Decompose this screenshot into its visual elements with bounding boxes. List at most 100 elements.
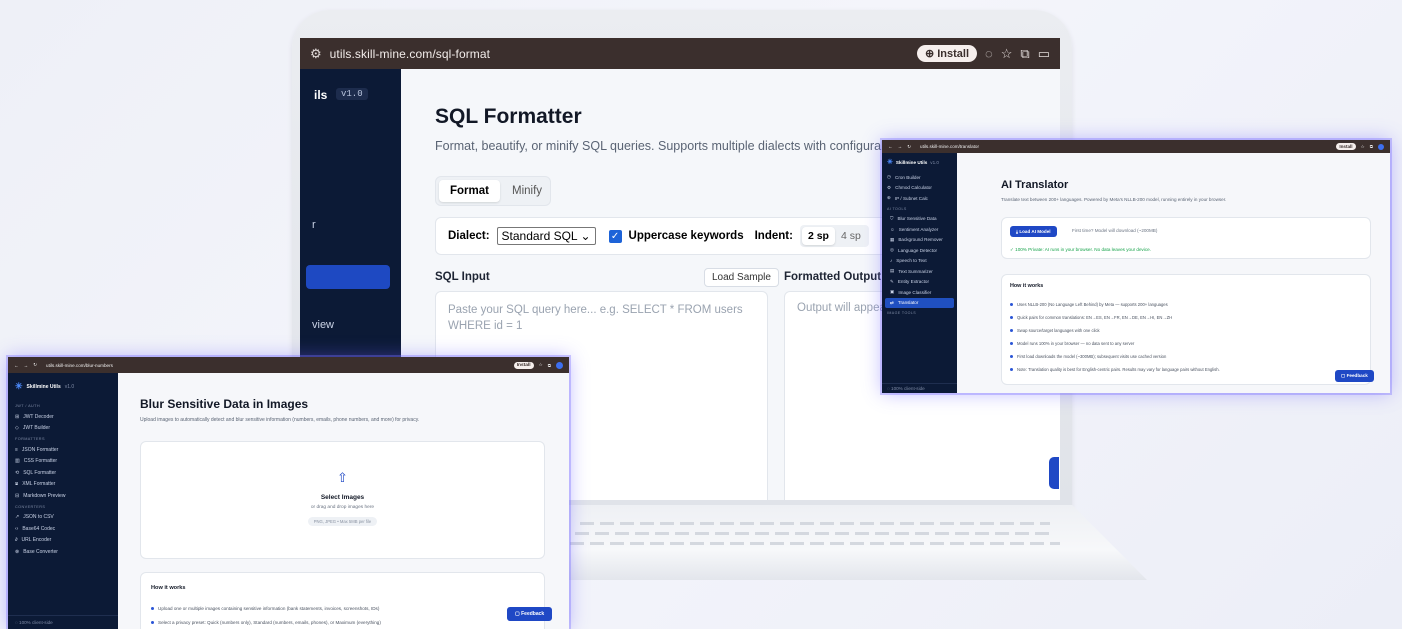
- sidebar-item-active[interactable]: [306, 265, 390, 289]
- install-button[interactable]: ⊕ Install: [916, 45, 978, 62]
- address-bar[interactable]: utils.skill-mine.com/blur-numbers: [46, 363, 509, 368]
- bullet-dot: [1010, 316, 1013, 319]
- sidebar-item[interactable]: ⇄ Translator: [885, 297, 954, 308]
- tab-format[interactable]: Format: [439, 180, 500, 202]
- brand-name: Skillmine Utils: [26, 383, 61, 390]
- version-badge: v1.0: [64, 383, 75, 390]
- sidebar-item-label: Markdown Preview: [23, 492, 66, 499]
- load-sample-button[interactable]: Load Sample: [704, 268, 779, 287]
- sidebar-item-icon: ▥: [15, 458, 20, 465]
- sidebar-item[interactable]: ▤ Text Summarizer: [885, 266, 954, 277]
- sidebar-item[interactable]: ⊕ IP / Subnet Calc: [882, 193, 957, 204]
- how-item-text: Upload one or multiple images containing…: [158, 605, 380, 611]
- install-button[interactable]: Install: [1336, 143, 1356, 150]
- footer-text: 100% client-side: [19, 620, 53, 625]
- back-icon[interactable]: ←: [888, 144, 893, 149]
- how-it-works-card: How it works Uses NLLB-200 (No Language …: [1001, 274, 1371, 385]
- sidebar-item[interactable]: ◷ Cron Builder: [882, 172, 957, 183]
- uppercase-checkbox[interactable]: ✓: [608, 229, 622, 243]
- sidebar-item[interactable]: ‹› Base64 Codec: [8, 523, 118, 535]
- extensions-icon[interactable]: ⧉: [1370, 144, 1373, 149]
- sidebar-item[interactable]: ⚙ Chmod Calculator: [882, 183, 957, 194]
- sidebar-item-partial[interactable]: r: [312, 219, 316, 231]
- sidebar-item-icon: ◎: [890, 247, 895, 253]
- profile-avatar[interactable]: [556, 361, 563, 369]
- upload-title[interactable]: Select Images: [141, 494, 544, 501]
- star-icon[interactable]: ☆: [1361, 144, 1365, 150]
- how-item-text: Select a privacy preset: Quick (numbers …: [158, 619, 381, 625]
- sidebar-item[interactable]: ⊗ Base Converter: [8, 546, 118, 558]
- sidebar-item-label: Language Detector: [898, 247, 938, 253]
- sidebar-item[interactable]: ▥ CSS Formatter: [8, 456, 118, 468]
- feedback-tab-edge[interactable]: [1049, 457, 1059, 489]
- group-label: JWT / AUTH: [15, 404, 41, 408]
- sidebar-item[interactable]: ≡ JSON Formatter: [8, 444, 118, 456]
- site-settings-icon[interactable]: ⚙: [310, 46, 322, 62]
- sidebar-item[interactable]: ⊞ JWT Decoder: [8, 411, 118, 423]
- address-bar[interactable]: utils.skill-mine.com/sql-format: [330, 47, 909, 61]
- reload-icon[interactable]: ↻: [33, 362, 37, 368]
- indent-2sp[interactable]: 2 sp: [801, 227, 835, 245]
- sidebar-item[interactable]: ↗ JSON to CSV: [8, 512, 118, 524]
- install-button[interactable]: Install: [513, 361, 534, 369]
- how-item-text: Uses NLLB-200 (No Language Left Behind) …: [1017, 302, 1168, 307]
- model-card: ⤓ Load AI Model First time? Model will d…: [1001, 217, 1371, 259]
- upload-dropzone[interactable]: ⇧ Select Images or drag and drop images …: [140, 441, 545, 559]
- how-item-text: Quick pairs for common translations: EN→…: [1017, 315, 1173, 320]
- sidebar-item-label: IP / Subnet Calc: [894, 195, 928, 201]
- indent-4sp[interactable]: 4 sp: [835, 227, 867, 245]
- forward-icon[interactable]: →: [24, 363, 29, 368]
- tab-minify[interactable]: Minify: [504, 180, 550, 202]
- bullet-dot: [151, 620, 154, 624]
- extensions-icon[interactable]: ⧉: [548, 363, 551, 368]
- sidebar-item-label: JWT Decoder: [23, 413, 54, 420]
- forward-icon[interactable]: →: [898, 144, 903, 149]
- sidebar-item[interactable]: ◇ JWT Builder: [8, 423, 118, 435]
- dialect-select[interactable]: Standard SQL ⌄: [496, 227, 596, 245]
- sidebar-item-label: JWT Builder: [22, 425, 50, 432]
- sidebar-item[interactable]: ▦ Background Remover: [885, 235, 954, 246]
- indent-label: Indent:: [754, 230, 793, 242]
- sidebar-item[interactable]: ✎ Entity Extractor: [885, 277, 954, 288]
- address-bar[interactable]: utils.skill-mine.com/translator: [920, 144, 1331, 149]
- sidebar-item-label: XML Formatter: [22, 481, 56, 488]
- feedback-button[interactable]: ▢ Feedback: [1335, 370, 1374, 382]
- sidebar-item[interactable]: ◎ Language Detector: [885, 245, 954, 256]
- sidebar-item[interactable]: ⧈ XML Formatter: [8, 479, 118, 491]
- reload-icon[interactable]: ↻: [907, 144, 911, 150]
- feedback-button[interactable]: ▢ Feedback: [507, 607, 553, 621]
- sidepanel-icon[interactable]: ▭: [1038, 46, 1050, 62]
- sidebar-item[interactable]: ∂ URL Encoder: [8, 535, 118, 547]
- bullet-dot: [1010, 303, 1013, 306]
- extensions-icon[interactable]: ⧉: [1020, 46, 1029, 62]
- sidebar-item[interactable]: ♪ Speech to Text: [885, 256, 954, 267]
- sidebar-item-label: Image Classifier: [898, 289, 932, 295]
- star-icon[interactable]: ☆: [539, 362, 543, 368]
- back-icon[interactable]: ←: [14, 363, 19, 368]
- sidebar-item-icon: ▣: [890, 289, 895, 295]
- how-list: Upload one or multiple images containing…: [151, 601, 534, 629]
- translator-main: AI Translator Translate text between 200…: [957, 153, 1390, 393]
- sidebar-item[interactable]: ▣ Image Classifier: [885, 287, 954, 298]
- group-label: CONVERTERS: [15, 504, 46, 509]
- sidebar-item-label: Background Remover: [898, 237, 943, 243]
- sidebar-item[interactable]: ☺ Sentiment Analyzer: [885, 224, 954, 235]
- sidebar-item-partial[interactable]: view: [312, 319, 334, 331]
- keyboard-row: [580, 522, 1050, 525]
- eye-off-icon[interactable]: ◌: [985, 46, 993, 61]
- sidebar-item-icon: ✎: [890, 278, 894, 284]
- star-icon[interactable]: ☆: [1001, 46, 1013, 62]
- sidebar-item-label: Base Converter: [23, 548, 58, 555]
- load-model-button[interactable]: ⤓ Load AI Model: [1010, 226, 1057, 237]
- sidebar-item[interactable]: ⊟ Markdown Preview: [8, 490, 118, 502]
- how-it-works-card: How it works Upload one or multiple imag…: [140, 572, 545, 629]
- page-subtitle: Upload images to automatically detect an…: [140, 417, 420, 423]
- logo-icon: ✳: [15, 381, 23, 391]
- formatted-output-label: Formatted Output: [784, 271, 882, 283]
- feedback-label: Feedback: [521, 611, 545, 617]
- footer-text: 100% client-side: [891, 386, 925, 391]
- sidebar-item-label: Cron Builder: [895, 174, 921, 180]
- sidebar-item[interactable]: ⟲ SQL Formatter: [8, 467, 118, 479]
- sidebar-item[interactable]: ⛉ Blur Sensitive Data: [885, 214, 954, 225]
- profile-avatar[interactable]: [1378, 143, 1384, 150]
